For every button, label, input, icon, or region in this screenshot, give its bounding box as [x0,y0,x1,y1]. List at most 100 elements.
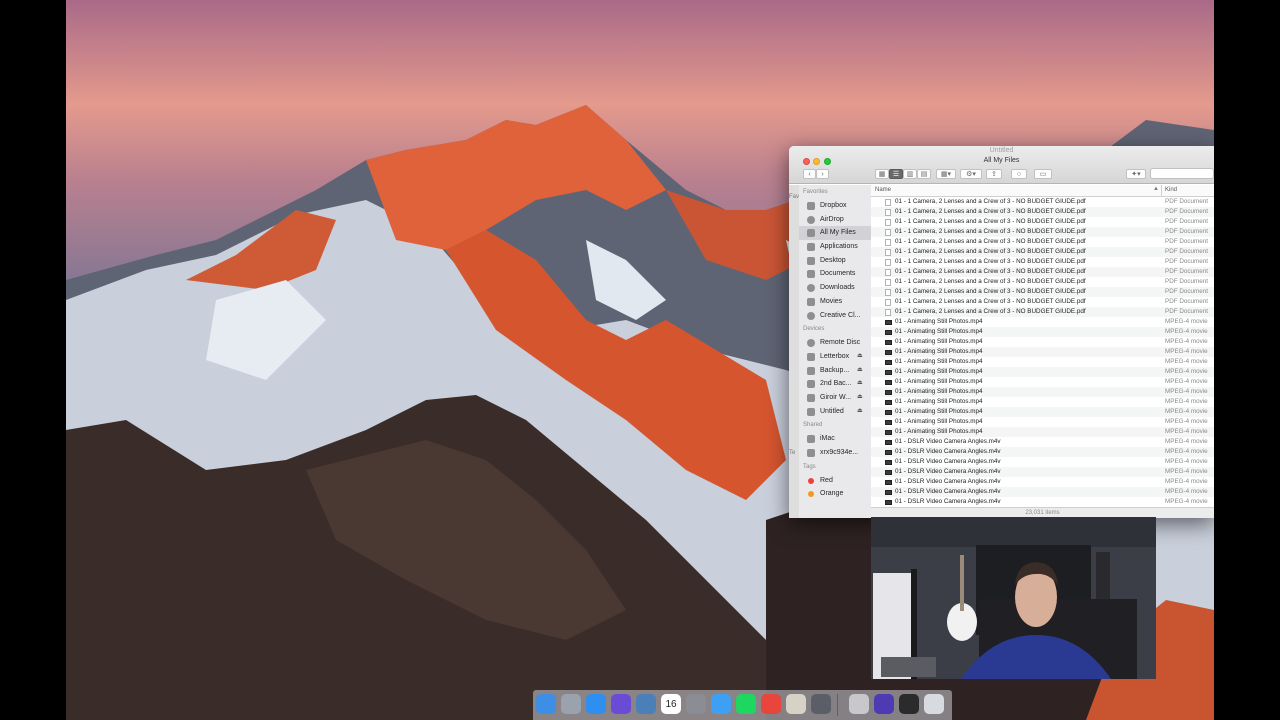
siri-icon[interactable] [611,694,631,714]
calendar-icon[interactable]: 16 [661,694,681,714]
davinci-icon[interactable] [811,694,831,714]
file-list[interactable]: Name ▲ Kind 01 - 1 Camera, 2 Lenses and … [871,185,1214,507]
eject-icon[interactable]: ⏏ [857,350,863,364]
file-row[interactable]: 01 - Animating Still Photos.mp4 MPEG-4 mo… [871,377,1214,387]
action-button[interactable]: ⚙▾ [960,169,982,179]
file-row[interactable]: 01 - DSLR Video Camera Angles.m4v MPEG-4 … [871,447,1214,457]
sidebar-item-backup[interactable]: Backup... ⏏ [799,364,871,378]
tags-button[interactable]: ○ [1011,169,1027,179]
file-row[interactable]: 01 - Animating Still Photos.mp4 MPEG-4 mo… [871,387,1214,397]
spotify-icon[interactable] [736,694,756,714]
sidebar-item-desktop[interactable]: Desktop [799,254,871,268]
system-preferences-icon[interactable] [686,694,706,714]
sidebar-item-untitled[interactable]: Untitled ⏏ [799,405,871,419]
sidebar-item-giroir[interactable]: Giroir W... ⏏ [799,391,871,405]
file-kind: MPEG-4 movie [1165,348,1208,355]
file-row[interactable]: 01 - Animating Still Photos.mp4 MPEG-4 mo… [871,317,1214,327]
file-row[interactable]: 01 - Animating Still Photos.mp4 MPEG-4 mo… [871,327,1214,337]
file-kind: PDF Document [1165,288,1209,295]
file-row[interactable]: 01 - Animating Still Photos.mp4 MPEG-4 mo… [871,367,1214,377]
drive-icon [807,380,815,389]
dropbox-toolbar-button[interactable]: ✦▾ [1126,169,1146,179]
sidebar-item-all-my-files[interactable]: All My Files [799,226,871,241]
sidebar-item-letterbox[interactable]: Letterbox ⏏ [799,350,871,364]
movie-file-icon [885,320,892,325]
file-row[interactable]: 01 - DSLR Video Camera Angles.m4v MPEG-4 … [871,457,1214,467]
cover-flow-button[interactable]: ▤ [917,169,931,179]
file-row[interactable]: 01 - Animating Still Photos.mp4 MPEG-4 mo… [871,397,1214,407]
file-row[interactable]: 01 - Animating Still Photos.mp4 MPEG-4 mo… [871,407,1214,417]
file-row[interactable]: 01 - 1 Camera, 2 Lenses and a Crew of 3 … [871,297,1214,307]
pdf-file-icon [885,249,891,256]
file-row[interactable]: 01 - 1 Camera, 2 Lenses and a Crew of 3 … [871,227,1214,237]
music-icon[interactable] [849,694,869,714]
sidebar-item-dropbox[interactable]: Dropbox [799,199,871,213]
file-row[interactable]: 01 - DSLR Video Camera Angles.m4v MPEG-4 … [871,467,1214,477]
search-input[interactable] [1150,168,1214,179]
sidebar-item-movies[interactable]: Movies [799,295,871,309]
finder-icon[interactable] [536,694,556,714]
column-divider[interactable] [1161,185,1162,197]
safari-icon[interactable] [586,694,606,714]
sidebar-item-tag-orange[interactable]: Orange [799,487,871,501]
file-row[interactable]: 01 - DSLR Video Camera Angles.m4v MPEG-4 … [871,487,1214,497]
messages-icon[interactable] [711,694,731,714]
imovie-stars-icon[interactable] [874,694,894,714]
list-view-button[interactable]: ☰ [889,169,903,179]
eject-icon[interactable]: ⏏ [857,377,863,391]
file-row[interactable]: 01 - 1 Camera, 2 Lenses and a Crew of 3 … [871,197,1214,207]
eject-icon[interactable]: ⏏ [857,391,863,405]
pdf-file-icon [885,209,891,216]
script-editor-icon[interactable] [786,694,806,714]
webcam-overlay [871,517,1156,679]
file-name: 01 - DSLR Video Camera Angles.m4v [895,458,1001,465]
file-row[interactable]: 01 - Animating Still Photos.mp4 MPEG-4 mo… [871,347,1214,357]
sidebar-item-printer[interactable]: xrx9c934e... [799,446,871,460]
sidebar-item-remote-disc[interactable]: Remote Disc [799,336,871,350]
file-row[interactable]: 01 - 1 Camera, 2 Lenses and a Crew of 3 … [871,247,1214,257]
eject-icon[interactable]: ⏏ [857,364,863,378]
sidebar-item-imac[interactable]: iMac [799,432,871,446]
file-row[interactable]: 01 - Animating Still Photos.mp4 MPEG-4 mo… [871,417,1214,427]
file-row[interactable]: 01 - Animating Still Photos.mp4 MPEG-4 mo… [871,427,1214,437]
eject-icon[interactable]: ⏏ [857,405,863,419]
file-row[interactable]: 01 - 1 Camera, 2 Lenses and a Crew of 3 … [871,267,1214,277]
file-row[interactable]: 01 - 1 Camera, 2 Lenses and a Crew of 3 … [871,217,1214,227]
sidebar-item-tag-red[interactable]: Red [799,474,871,488]
file-row[interactable]: 01 - 1 Camera, 2 Lenses and a Crew of 3 … [871,207,1214,217]
preview-icon[interactable] [636,694,656,714]
file-row[interactable]: 01 - DSLR Video Camera Angles.m4v MPEG-4 … [871,437,1214,447]
file-row[interactable]: 01 - 1 Camera, 2 Lenses and a Crew of 3 … [871,287,1214,297]
file-row[interactable]: 01 - DSLR Video Camera Angles.m4v MPEG-4 … [871,477,1214,487]
file-row[interactable]: 01 - 1 Camera, 2 Lenses and a Crew of 3 … [871,237,1214,247]
get-info-button[interactable]: ▭ [1034,169,1052,179]
sidebar-item-creative-cloud[interactable]: Creative Cl... [799,309,871,323]
orange-tag-dot-icon [808,491,814,498]
file-row[interactable]: 01 - 1 Camera, 2 Lenses and a Crew of 3 … [871,307,1214,317]
file-row[interactable]: 01 - 1 Camera, 2 Lenses and a Crew of 3 … [871,277,1214,287]
pdf-file-icon [885,239,891,246]
finder-window[interactable]: Untitled All My Files ‹ › ▦ ☰ ▥ ▤ ▦▾ ⚙▾ … [789,146,1214,518]
icon-view-button[interactable]: ▦ [875,169,889,179]
file-row[interactable]: 01 - 1 Camera, 2 Lenses and a Crew of 3 … [871,257,1214,267]
forward-button[interactable]: › [816,169,829,179]
share-button[interactable]: ⇪ [986,169,1002,179]
file-row[interactable]: 01 - Animating Still Photos.mp4 MPEG-4 mo… [871,337,1214,347]
file-row[interactable]: 01 - DSLR Video Camera Angles.m4v MPEG-4 … [871,497,1214,507]
sidebar-item-2nd-backup[interactable]: 2nd Bac... ⏏ [799,377,871,391]
sidebar-item-documents[interactable]: Documents [799,267,871,281]
trash-icon[interactable] [924,694,944,714]
file-row[interactable]: 01 - Animating Still Photos.mp4 MPEG-4 mo… [871,357,1214,367]
column-view-button[interactable]: ▥ [903,169,917,179]
launchpad-icon[interactable] [561,694,581,714]
column-header-kind[interactable]: Kind [1165,187,1177,193]
sidebar-item-airdrop[interactable]: AirDrop [799,213,871,227]
back-button[interactable]: ‹ [803,169,816,179]
sidebar-item-downloads[interactable]: Downloads [799,281,871,295]
finder-titlebar[interactable]: Untitled All My Files ‹ › ▦ ☰ ▥ ▤ ▦▾ ⚙▾ … [789,146,1214,184]
arrange-button[interactable]: ▦▾ [936,169,956,179]
sidebar-item-applications[interactable]: Applications [799,240,871,254]
chrome-icon[interactable] [761,694,781,714]
photo-viewer-icon[interactable] [899,694,919,714]
column-header-name[interactable]: Name [875,187,891,193]
